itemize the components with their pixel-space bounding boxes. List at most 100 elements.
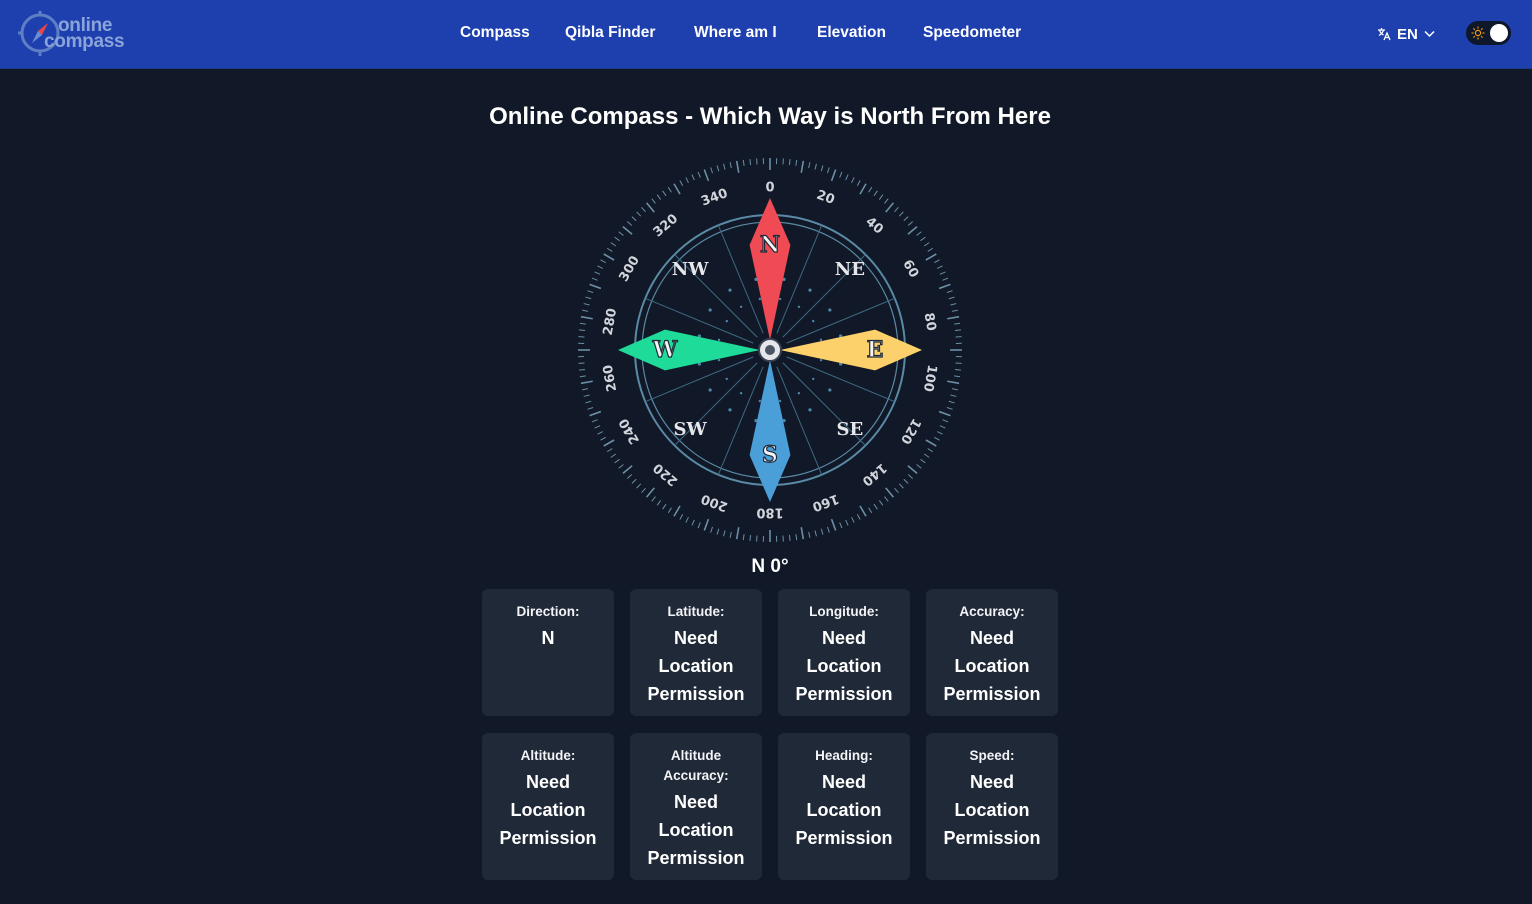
dial-tick	[916, 231, 922, 236]
compass-svg: 0 20 40 60 80 100 120 140 160 180 200 220 240 260 280 3…	[578, 158, 962, 542]
dial-tick	[600, 259, 607, 264]
dial-tick	[591, 419, 598, 423]
dial-tick	[939, 271, 946, 275]
dial-tick	[703, 169, 710, 182]
dial-tick	[679, 513, 684, 520]
dial-tick	[673, 183, 681, 195]
dial-tick	[749, 534, 752, 542]
dial-dot	[725, 377, 728, 381]
dial-tick	[920, 458, 926, 464]
nav-elevation[interactable]: Elevation	[817, 24, 886, 42]
dial-tick	[808, 531, 811, 538]
dial-tick	[597, 431, 604, 435]
dial-tick	[697, 522, 701, 529]
dial-tick	[859, 505, 867, 517]
dial-tick	[873, 503, 878, 510]
dial-dot	[717, 338, 721, 342]
dial-tick	[587, 407, 594, 410]
dial-tick	[856, 513, 861, 520]
dial-tick	[856, 180, 861, 187]
toggle-knob	[1490, 24, 1508, 42]
dial-tick	[948, 400, 955, 404]
card-value: Need Location Permission	[647, 792, 745, 868]
dial-tick	[907, 221, 914, 226]
dial-tick	[878, 194, 884, 200]
dial-tick	[947, 315, 960, 320]
card-label: Altitude:	[520, 748, 576, 763]
dial-tick	[710, 526, 713, 533]
needle-s	[749, 360, 791, 502]
dial-tick	[820, 528, 824, 535]
nav-compass[interactable]: Compass	[460, 24, 530, 42]
dial-tick	[942, 419, 949, 423]
dial-tick	[923, 242, 930, 247]
dial-tick	[673, 505, 681, 517]
card-altitude: Altitude: Need Location Permission	[482, 733, 614, 880]
dial-tick	[583, 394, 590, 397]
dial-tick	[795, 534, 798, 541]
dial-tick	[933, 259, 940, 264]
dial-tick	[631, 216, 637, 222]
card-accuracy: Accuracy: Need Location Permission	[926, 589, 1058, 716]
dial-tick	[788, 158, 791, 166]
dial-tick	[800, 527, 805, 540]
dial-dot	[797, 305, 801, 308]
dial-tick	[651, 496, 656, 502]
theme-toggle[interactable]	[1466, 21, 1511, 45]
dial-tick	[868, 186, 873, 193]
card-value: Need Location Permission	[943, 772, 1041, 848]
degree-label: 200	[699, 491, 730, 514]
dial-tick	[729, 531, 732, 538]
dial-dot	[808, 408, 812, 412]
chevron-down-icon	[1424, 30, 1435, 38]
degree-label: 80	[921, 312, 939, 332]
nav-qibla-finder[interactable]: Qibla Finder	[565, 24, 655, 42]
card-label: Altitude Accuracy:	[663, 748, 729, 783]
dial-tick	[885, 202, 895, 213]
dial-tick	[585, 296, 592, 300]
dial-tick	[884, 198, 889, 204]
dial-tick	[610, 453, 617, 458]
compass-dial: 0 20 40 60 80 100 120 140 160 180 200 220 240 260 280 3…	[570, 150, 970, 550]
dial-dot	[739, 305, 743, 308]
dial-tick	[938, 283, 951, 290]
degree-label: 100	[920, 363, 939, 392]
dial-tick	[814, 163, 817, 170]
dial-tick	[606, 448, 613, 453]
dial-dot	[758, 399, 762, 403]
dial-tick	[614, 236, 620, 242]
card-value: Need Location Permission	[499, 772, 597, 848]
dial-tick	[907, 465, 918, 475]
card-value: Need Location Permission	[943, 628, 1041, 704]
dial-tick	[927, 247, 934, 252]
dial-tick	[729, 162, 732, 169]
sun-icon	[1471, 26, 1485, 40]
dial-tick	[950, 303, 957, 306]
dial-tick	[795, 159, 798, 166]
dial-tick	[691, 174, 695, 181]
intercardinal-label-sw: SW	[673, 419, 707, 440]
dial-dot	[778, 297, 782, 301]
dial-tick	[697, 171, 701, 178]
dial-tick	[679, 180, 684, 187]
language-code: EN	[1397, 25, 1418, 43]
dial-tick	[903, 216, 909, 222]
degree-label: 160	[810, 491, 841, 514]
dial-tick	[946, 407, 953, 410]
language-selector[interactable]: EN	[1377, 23, 1435, 45]
dial-tick	[808, 162, 811, 169]
nav-where-am-i[interactable]: Where am I	[694, 24, 777, 42]
nav-speedometer[interactable]: Speedometer	[923, 24, 1021, 42]
dial-tick	[589, 283, 602, 290]
dial-dot	[828, 308, 832, 312]
dial-dot	[797, 392, 801, 395]
dial-tick	[954, 322, 961, 325]
dial-tick	[579, 375, 586, 378]
card-altitude-accuracy: Altitude Accuracy: Need Location Permiss…	[630, 733, 762, 880]
cardinal-label-n: N	[760, 232, 780, 258]
card-latitude: Latitude: Need Location Permission	[630, 589, 762, 716]
dial-tick	[894, 487, 899, 494]
dial-tick	[938, 410, 951, 417]
dial-tick	[885, 487, 895, 498]
dial-tick	[578, 368, 586, 371]
